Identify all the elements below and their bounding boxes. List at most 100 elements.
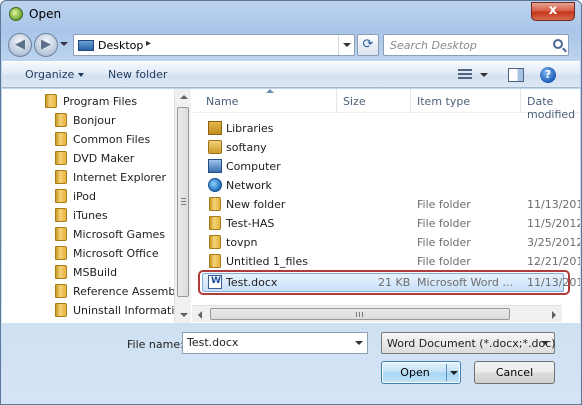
sidebar-item-ipod[interactable]: iPod bbox=[2, 187, 174, 206]
item-date: 3/25/2012 bbox=[527, 236, 580, 249]
list-item[interactable]: tovpn File folder 3/25/2012 bbox=[192, 233, 580, 252]
organize-button[interactable]: Organize bbox=[25, 68, 85, 81]
computer-icon bbox=[208, 159, 222, 173]
navigation-scrollbar[interactable] bbox=[174, 89, 191, 323]
item-type: File folder bbox=[417, 236, 471, 249]
folder-icon bbox=[55, 265, 67, 279]
folder-icon bbox=[45, 94, 57, 108]
sidebar-item-microsoft-games[interactable]: Microsoft Games bbox=[2, 225, 174, 244]
file-list-scrollbar[interactable] bbox=[192, 305, 562, 322]
sidebar-item-label: MSBuild bbox=[73, 266, 118, 279]
sidebar-item-label: Program Files bbox=[63, 95, 138, 108]
open-options-chevron-down-icon[interactable] bbox=[446, 364, 460, 381]
preview-pane-icon[interactable] bbox=[508, 68, 524, 82]
sidebar-item-itunes[interactable]: iTunes bbox=[2, 206, 174, 225]
sidebar-item-internet-explorer[interactable]: Internet Explorer bbox=[2, 168, 174, 187]
column-divider[interactable] bbox=[520, 89, 521, 113]
sidebar-item-label: Microsoft Games bbox=[73, 228, 166, 241]
sort-ascending-icon bbox=[266, 89, 274, 93]
item-name: Libraries bbox=[226, 122, 274, 135]
refresh-button[interactable]: ⟳ bbox=[357, 34, 379, 56]
column-divider[interactable] bbox=[410, 89, 411, 113]
search-input[interactable]: Search Desktop bbox=[383, 34, 569, 56]
scroll-right-icon[interactable] bbox=[552, 311, 556, 319]
grip-icon bbox=[181, 198, 186, 205]
file-list[interactable]: Name Size Item type Date modified Librar… bbox=[192, 89, 580, 323]
title-bar[interactable]: Open x bbox=[1, 1, 581, 29]
column-header: Name Size Item type Date modified bbox=[192, 89, 580, 121]
change-view-icon[interactable] bbox=[458, 69, 472, 81]
item-type: File folder bbox=[417, 198, 471, 211]
sidebar-item-label: Common Files bbox=[73, 133, 151, 146]
sidebar-item-common-files[interactable]: Common Files bbox=[2, 130, 174, 149]
search-icon[interactable] bbox=[553, 39, 563, 49]
scrollbar-thumb[interactable] bbox=[210, 308, 510, 320]
sidebar-item-dvd-maker[interactable]: DVD Maker bbox=[2, 149, 174, 168]
back-button[interactable]: ◀ bbox=[8, 33, 32, 57]
folder-icon bbox=[55, 303, 67, 317]
window-title: Open bbox=[29, 7, 62, 21]
item-name: Test.docx bbox=[226, 276, 278, 289]
list-item[interactable]: softany bbox=[192, 138, 580, 157]
file-type-chevron-down-icon[interactable] bbox=[541, 341, 549, 345]
item-name: New folder bbox=[226, 198, 286, 211]
column-item-type[interactable]: Item type bbox=[417, 95, 470, 108]
scrollbar-thumb[interactable] bbox=[177, 107, 189, 297]
item-name: softany bbox=[226, 141, 267, 154]
recent-pages-chevron-down-icon[interactable] bbox=[60, 42, 68, 46]
sidebar-item-msbuild[interactable]: MSBuild bbox=[2, 263, 174, 282]
folder-icon bbox=[209, 216, 221, 230]
close-button[interactable]: x bbox=[531, 2, 575, 21]
word-document-icon bbox=[208, 275, 222, 289]
forward-button[interactable]: ▶ bbox=[34, 33, 58, 57]
column-divider[interactable] bbox=[336, 89, 337, 113]
list-item[interactable]: Computer bbox=[192, 157, 580, 176]
sidebar-item-program-files[interactable]: Program Files bbox=[2, 92, 174, 111]
search-placeholder: Search Desktop bbox=[390, 39, 477, 52]
file-name-field[interactable]: Test.docx bbox=[182, 332, 368, 354]
scroll-up-icon[interactable] bbox=[180, 95, 188, 99]
chevron-down-icon bbox=[78, 73, 85, 77]
libraries-icon bbox=[208, 121, 222, 135]
folder-icon bbox=[55, 189, 67, 203]
list-item[interactable]: Test-HAS File folder 11/5/2012 bbox=[192, 214, 580, 233]
column-date-modified[interactable]: Date modified bbox=[527, 95, 580, 121]
view-options-chevron-down-icon[interactable] bbox=[480, 73, 488, 77]
item-type: File folder bbox=[417, 255, 471, 268]
sidebar-item-microsoft-office[interactable]: Microsoft Office bbox=[2, 244, 174, 263]
address-location[interactable]: Desktop bbox=[98, 39, 143, 52]
scroll-left-icon[interactable] bbox=[198, 311, 202, 319]
sidebar-item-label: Microsoft Office bbox=[73, 247, 159, 260]
column-name[interactable]: Name bbox=[206, 95, 238, 108]
sidebar-item-bonjour[interactable]: Bonjour bbox=[2, 111, 174, 130]
list-item[interactable]: Untitled 1_files File folder 12/21/2012 bbox=[192, 252, 580, 271]
folder-icon bbox=[55, 151, 67, 165]
open-button[interactable]: Open bbox=[381, 361, 461, 384]
sidebar-item-label: iPod bbox=[73, 190, 97, 203]
item-size: 21 KB bbox=[378, 276, 411, 289]
breadcrumb-chevron-icon[interactable]: ▸ bbox=[146, 38, 151, 49]
toolbar: Organize New folder ? bbox=[2, 61, 580, 88]
navigation-pane[interactable]: Program Files Bonjour Common Files DVD M… bbox=[2, 89, 174, 323]
address-history-chevron-down-icon[interactable] bbox=[338, 35, 354, 55]
address-bar[interactable]: Desktop ▸ bbox=[73, 34, 355, 56]
sidebar-item-reference-assemblies[interactable]: Reference Assemblies bbox=[2, 282, 174, 301]
list-item[interactable]: New folder File folder 11/13/2012 bbox=[192, 195, 580, 214]
app-icon bbox=[9, 7, 23, 21]
folder-icon bbox=[55, 132, 67, 146]
sidebar-item-uninstall-information[interactable]: Uninstall Information bbox=[2, 301, 174, 320]
scroll-down-icon[interactable] bbox=[180, 313, 188, 317]
help-icon[interactable]: ? bbox=[540, 67, 556, 83]
list-item[interactable]: Network bbox=[192, 176, 580, 195]
list-item-selected[interactable]: Test.docx 21 KB Microsoft Word Document … bbox=[192, 270, 580, 295]
item-date: 11/13/2012 bbox=[527, 198, 580, 211]
file-type-select[interactable]: Word Document (*.docx;*.doc) bbox=[381, 332, 556, 354]
cancel-button[interactable]: Cancel bbox=[474, 361, 555, 384]
item-date: 12/21/2012 bbox=[527, 255, 580, 268]
column-size[interactable]: Size bbox=[343, 95, 366, 108]
item-name: Test-HAS bbox=[226, 217, 275, 230]
new-folder-button[interactable]: New folder bbox=[108, 68, 167, 81]
file-name-value[interactable]: Test.docx bbox=[187, 336, 238, 349]
file-name-chevron-down-icon[interactable] bbox=[355, 341, 363, 345]
list-item[interactable]: Libraries bbox=[192, 119, 580, 138]
